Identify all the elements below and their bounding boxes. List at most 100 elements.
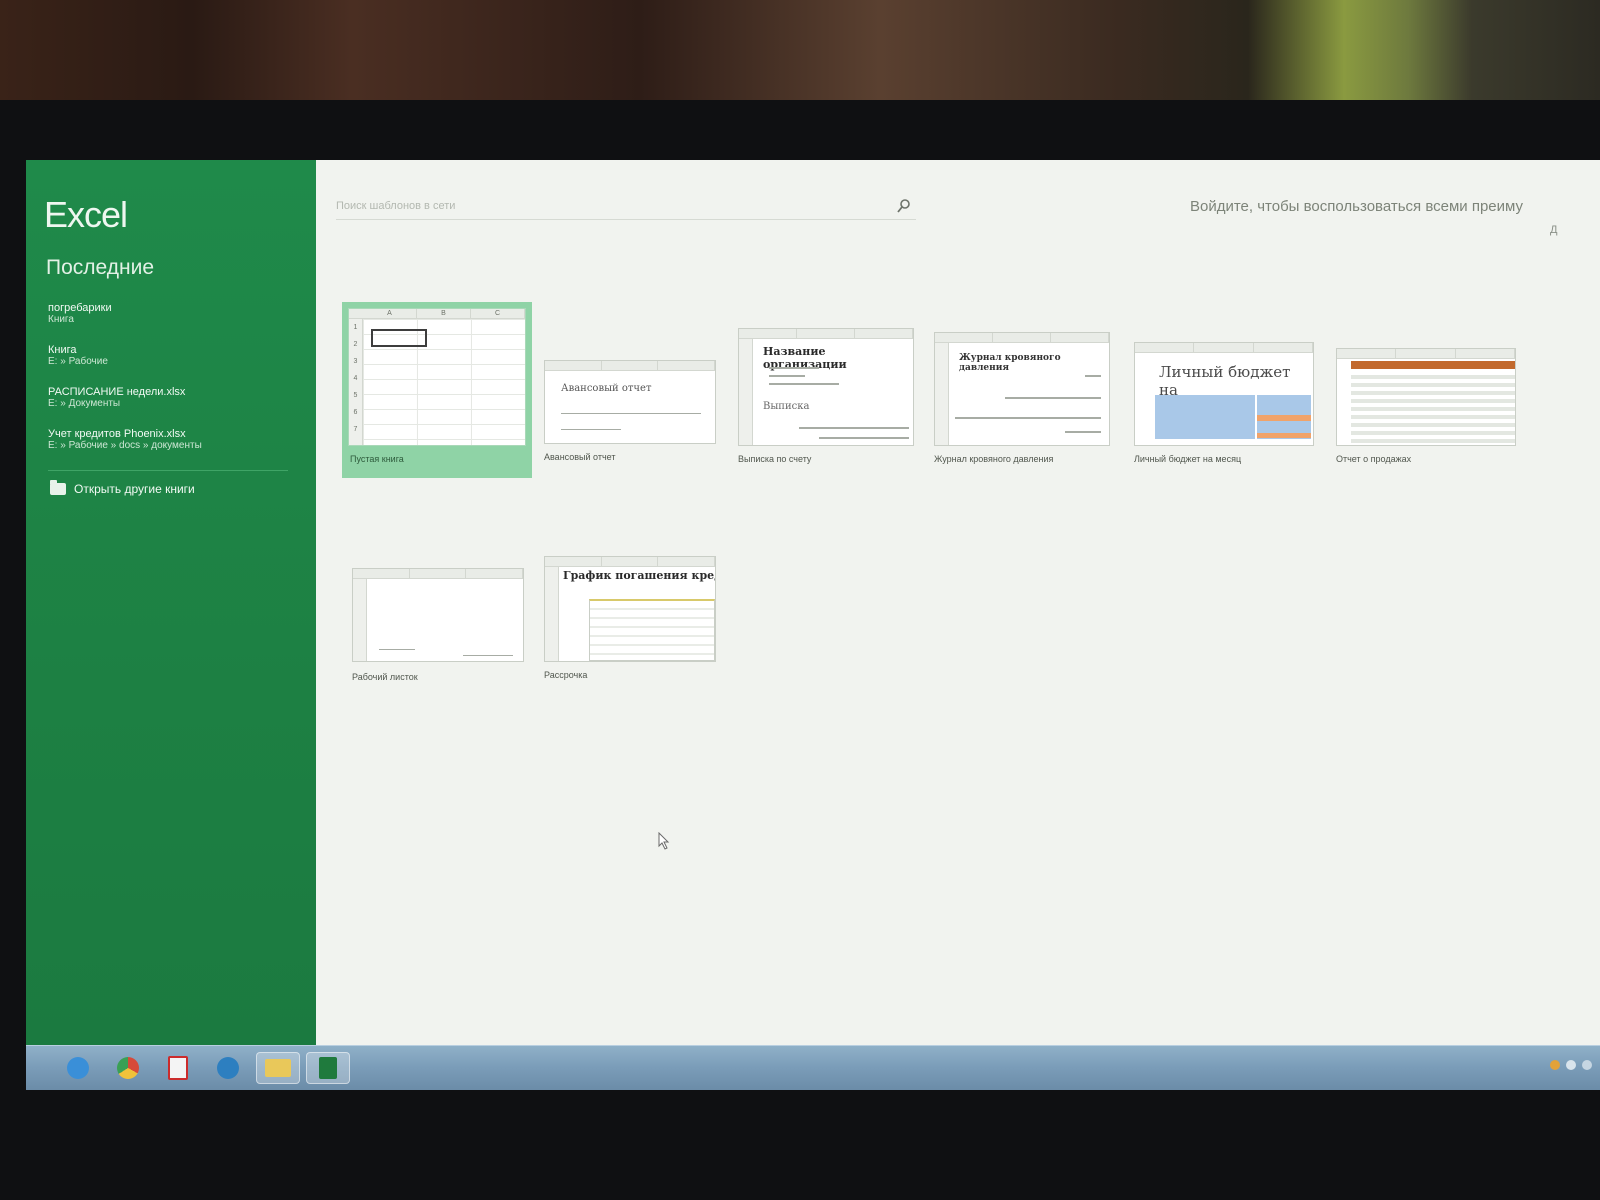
template-blank-workbook[interactable]: A B C 1 2 3 4 5 6 7 Пустая книга <box>342 302 532 478</box>
recent-item[interactable]: РАСПИСАНИЕ недели.xlsx E: » Документы <box>48 386 298 428</box>
open-other-workbooks-link[interactable]: Открыть другие книги <box>50 480 195 496</box>
taskbar-explorer-button[interactable] <box>256 1052 300 1084</box>
thumb-line <box>561 413 701 414</box>
thumb-title: Личный бюджет на <box>1159 363 1291 399</box>
search-input[interactable] <box>336 194 876 218</box>
template-account-statement[interactable]: Название организации Выписка Выписка по … <box>738 328 918 470</box>
row-header: 4 <box>353 375 358 382</box>
thumb-title: Журнал кровяного давления <box>959 353 1061 373</box>
column-header: A <box>363 309 417 318</box>
thumb-title: Авансовый отчет <box>561 383 652 394</box>
template-caption: Журнал кровяного давления <box>934 454 1054 464</box>
recent-item-path: E: » Рабочие <box>48 356 108 367</box>
template-caption: Авансовый отчет <box>544 452 616 462</box>
template-thumbnail <box>352 568 524 662</box>
taskbar-ie-button[interactable] <box>56 1052 100 1084</box>
thumb-line <box>379 649 415 650</box>
row-header: 3 <box>353 358 358 365</box>
row-header: 2 <box>353 341 358 348</box>
thumb-line <box>799 427 909 429</box>
column-headers <box>353 569 523 579</box>
excel-icon <box>319 1057 337 1079</box>
row-header: 7 <box>353 426 358 433</box>
budget-highlight <box>1257 415 1311 421</box>
taskbar-acrobat-button[interactable] <box>156 1052 200 1084</box>
thumb-line <box>1065 431 1101 433</box>
taskbar-chrome-button[interactable] <box>106 1052 150 1084</box>
template-caption: Выписка по счету <box>738 454 812 464</box>
template-caption: Личный бюджет на месяц <box>1134 454 1242 464</box>
thumb-line <box>561 429 621 430</box>
row-headers <box>353 579 367 661</box>
column-headers <box>1135 343 1313 353</box>
column-headers <box>739 329 913 339</box>
sales-header-band <box>1351 361 1515 369</box>
thumb-title: График погашения кред <box>563 569 716 582</box>
column-header: C <box>471 309 525 318</box>
row-headers <box>935 343 949 445</box>
tray-icon[interactable] <box>1582 1060 1592 1070</box>
template-worksheet[interactable]: Рабочий листок <box>352 568 528 686</box>
thumb-line <box>819 437 909 439</box>
column-headers: A B C <box>349 309 525 319</box>
thumb-subtitle: Выписка <box>763 401 810 412</box>
media-player-icon <box>217 1057 239 1079</box>
recent-item[interactable]: Учет кредитов Phoenix.xlsx E: » Рабочие … <box>48 428 298 470</box>
row-headers: 1 2 3 4 5 6 7 <box>349 319 363 445</box>
template-thumbnail: Журнал кровяного давления <box>934 332 1110 446</box>
template-caption: Отчет о продажах <box>1336 454 1412 464</box>
template-thumbnail: Название организации Выписка <box>738 328 914 446</box>
recent-item-path: E: » Рабочие » docs » документы <box>48 440 202 451</box>
taskbar-media-player-button[interactable] <box>206 1052 250 1084</box>
recent-list: погребарики Книга Книга E: » Рабочие РАС… <box>48 302 298 470</box>
column-header: B <box>417 309 471 318</box>
thumb-line <box>1085 375 1101 377</box>
row-headers <box>739 339 753 445</box>
tray-icon[interactable] <box>1566 1060 1576 1070</box>
search-icon[interactable] <box>896 198 912 214</box>
template-installment[interactable]: График погашения кред Рассрочка <box>544 556 720 684</box>
template-caption: Рабочий листок <box>352 672 418 682</box>
thumb-line <box>769 367 819 369</box>
recent-item-name: Учет кредитов Phoenix.xlsx <box>48 428 186 440</box>
column-headers <box>1337 349 1515 359</box>
thumb-line <box>769 375 805 377</box>
signin-sub: Д <box>1550 224 1558 236</box>
folder-icon <box>50 480 66 495</box>
tray-icon[interactable] <box>1550 1060 1560 1070</box>
column-headers <box>935 333 1109 343</box>
recent-item[interactable]: погребарики Книга <box>48 302 298 344</box>
recent-item-path: E: » Документы <box>48 398 121 409</box>
recent-item-path: Книга <box>48 314 74 325</box>
taskbar-excel-button[interactable] <box>306 1052 350 1084</box>
template-sales-report[interactable]: Отчет о продажах <box>1336 348 1520 470</box>
row-header: 1 <box>353 324 358 331</box>
recent-item-name: РАСПИСАНИЕ недели.xlsx <box>48 386 186 398</box>
recent-item-name: Книга <box>48 344 77 356</box>
thumb-line <box>955 417 1101 419</box>
signin-link[interactable]: Войдите, чтобы воспользоваться всеми пре… <box>1190 198 1600 215</box>
column-headers <box>545 557 715 567</box>
row-header: 5 <box>353 392 358 399</box>
mouse-cursor-icon <box>658 832 670 850</box>
template-blood-pressure-log[interactable]: Журнал кровяного давления Журнал кровяно… <box>934 332 1114 470</box>
recent-item[interactable]: Книга E: » Рабочие <box>48 344 298 386</box>
budget-block <box>1155 395 1255 439</box>
row-headers <box>545 567 559 661</box>
recent-section-title: Последние <box>46 256 155 279</box>
template-thumbnail: График погашения кред <box>544 556 716 662</box>
template-thumbnail: Личный бюджет на <box>1134 342 1314 446</box>
budget-highlight <box>1257 433 1311 438</box>
template-advance-report[interactable]: Авансовый отчет Авансовый отчет <box>544 360 720 470</box>
open-other-label: Открыть другие книги <box>74 482 195 496</box>
ie-icon <box>67 1057 89 1079</box>
sales-rows <box>1351 371 1515 445</box>
installment-box <box>589 599 715 661</box>
app-title: Excel <box>44 194 128 235</box>
thumb-line <box>1005 397 1101 399</box>
template-monthly-budget[interactable]: Личный бюджет на Личный бюджет на месяц <box>1134 342 1318 470</box>
explorer-icon <box>265 1059 291 1077</box>
column-headers <box>545 361 715 371</box>
row-header: 6 <box>353 409 358 416</box>
sidebar-divider <box>48 470 288 471</box>
